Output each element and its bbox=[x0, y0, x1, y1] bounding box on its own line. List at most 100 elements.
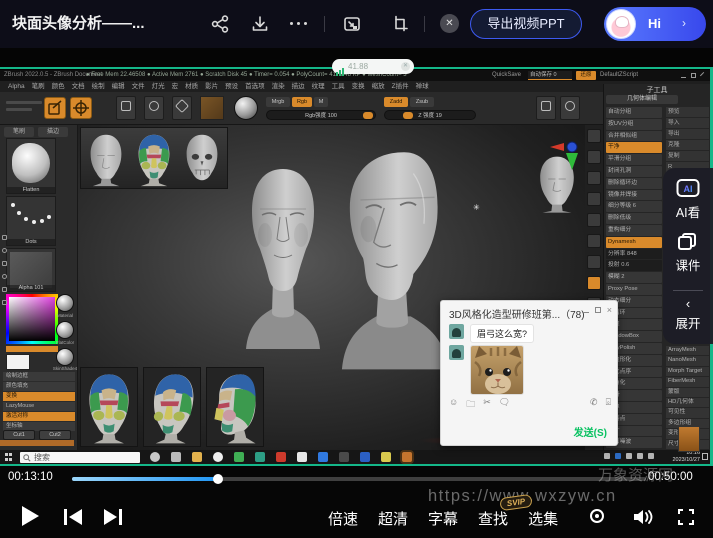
geometry-section-header[interactable]: 几何体编辑 bbox=[606, 95, 678, 104]
tool-panel-row[interactable]: 复制 bbox=[666, 151, 709, 161]
screenshot-pip-icon[interactable] bbox=[342, 14, 362, 34]
tool-panel-row[interactable]: 重构细分 bbox=[606, 225, 662, 236]
zbrush-menu-item[interactable]: 预设 bbox=[225, 81, 238, 92]
zbrush-menu-item[interactable]: 变换 bbox=[352, 81, 365, 92]
rgb-toggle[interactable]: Rgb bbox=[292, 97, 312, 107]
maximize-icon[interactable] bbox=[691, 73, 696, 78]
shelf-tab-brush[interactable]: 笔刷 bbox=[4, 127, 34, 137]
tool-panel-row[interactable]: 镜像并焊接 bbox=[606, 190, 662, 201]
taskbar-app-icon[interactable] bbox=[318, 452, 328, 462]
record-screen-icon[interactable] bbox=[590, 509, 604, 523]
tool-panel-row[interactable]: FiberMesh bbox=[666, 377, 709, 386]
zbrush-menu-item[interactable]: 灯光 bbox=[152, 81, 165, 92]
tool-panel-row[interactable]: 预览 bbox=[666, 107, 709, 117]
edit-mode-button[interactable] bbox=[44, 97, 66, 119]
zbrush-menu-item[interactable]: 文件 bbox=[132, 81, 145, 92]
toolbar-extra-button[interactable] bbox=[536, 96, 556, 120]
volume-icon[interactable] bbox=[632, 508, 654, 526]
send-button[interactable]: 发送(S) bbox=[574, 424, 607, 439]
zbrush-window-controls[interactable] bbox=[681, 73, 706, 78]
gizmo-button[interactable] bbox=[70, 97, 92, 119]
zbrush-menu-item[interactable]: 纹理 bbox=[312, 81, 325, 92]
restore-button[interactable]: 还原 bbox=[576, 71, 596, 80]
taskbar-app-icon[interactable] bbox=[150, 452, 160, 462]
material-sphere-icon[interactable] bbox=[234, 96, 258, 120]
chat-window-controls[interactable]: × bbox=[582, 306, 612, 314]
taskbar-app-icon[interactable] bbox=[297, 452, 307, 462]
more-options-icon[interactable] bbox=[290, 22, 307, 25]
taskbar-app-icon[interactable] bbox=[171, 452, 181, 462]
start-button[interactable] bbox=[5, 453, 13, 461]
courseware-button[interactable]: 课件 bbox=[675, 255, 700, 274]
zbrush-menu-item[interactable]: 笔刷 bbox=[32, 81, 45, 92]
screenshot-icon[interactable]: ✂ bbox=[483, 397, 491, 413]
zbrush-menu-item[interactable]: 绘制 bbox=[92, 81, 105, 92]
zbrush-menu-item[interactable]: 影片 bbox=[205, 81, 218, 92]
taskbar-app-icon[interactable] bbox=[213, 452, 223, 462]
axis-gizmo[interactable] bbox=[548, 137, 584, 171]
zbrush-menu-item[interactable]: 描边 bbox=[292, 81, 305, 92]
zbrush-menu-item[interactable]: Z插件 bbox=[392, 81, 409, 92]
tool-panel-row[interactable]: 导入 bbox=[666, 118, 709, 128]
cut1-button[interactable]: Cut1 bbox=[3, 430, 35, 440]
courseware-icon[interactable] bbox=[678, 233, 698, 251]
tool-panel-row[interactable]: 删除循环边 bbox=[606, 178, 662, 189]
tool-panel-row[interactable]: 蒙版 bbox=[666, 388, 709, 397]
zbrush-menu-item[interactable]: 工具 bbox=[332, 81, 345, 92]
tool-panel-row[interactable]: 按UV分组 bbox=[606, 119, 662, 130]
alpha-selector[interactable]: Alpha 101 bbox=[6, 248, 56, 292]
chat-toolbar[interactable]: ☺ 🗀 ✂ 🗨 ✆ ⌻ bbox=[449, 397, 611, 413]
m-toggle[interactable]: M bbox=[314, 97, 328, 107]
tool-panel-row[interactable]: Morph Target bbox=[666, 367, 709, 376]
mrgb-toggle[interactable]: Mrgb bbox=[266, 97, 290, 107]
chat-avatar[interactable] bbox=[449, 324, 464, 339]
tool-panel-row[interactable]: Proxy Pose bbox=[606, 284, 662, 295]
plane-head-three-quarter[interactable] bbox=[143, 367, 201, 447]
zbrush-menu-item[interactable]: 宏 bbox=[172, 81, 179, 92]
zbrush-menu-item[interactable]: Alpha bbox=[8, 81, 25, 92]
next-button[interactable] bbox=[102, 507, 124, 527]
tool-panel-row[interactable]: 克隆 bbox=[666, 140, 709, 150]
export-video-ppt-button[interactable]: 导出视频PPT bbox=[470, 9, 582, 39]
material-sphere-1[interactable] bbox=[56, 294, 74, 312]
taskbar-app-icon[interactable] bbox=[360, 452, 370, 462]
tool-panel-row[interactable]: Dynamesh bbox=[606, 237, 662, 248]
zadd-toggle[interactable]: Zadd bbox=[384, 97, 408, 107]
emoji-icon[interactable]: ☺ bbox=[449, 397, 458, 413]
player-menu-button[interactable]: 超清 bbox=[378, 508, 408, 529]
tool-panel-row[interactable]: 自动分组 bbox=[606, 107, 662, 118]
zbrush-menu-item[interactable]: 材质 bbox=[185, 81, 198, 92]
cut2-button[interactable]: Cut2 bbox=[39, 430, 71, 440]
tool-panel-row[interactable]: 封闭孔洞 bbox=[606, 166, 662, 177]
share-icon[interactable] bbox=[210, 14, 230, 34]
texture-swatch[interactable] bbox=[200, 96, 224, 120]
player-menu-button[interactable]: 选集 bbox=[528, 508, 558, 529]
color-picker[interactable] bbox=[6, 294, 58, 344]
play-button[interactable] bbox=[22, 506, 39, 526]
minimize-icon[interactable] bbox=[681, 73, 686, 78]
autosave-field[interactable]: 自动保存 0 bbox=[528, 71, 572, 80]
quicksave-button[interactable]: QuickSave bbox=[492, 70, 521, 81]
zbrush-menu-item[interactable]: 首选项 bbox=[245, 81, 265, 92]
taskbar-app-icon[interactable] bbox=[234, 452, 244, 462]
shelf-row[interactable]: 绘制边框 bbox=[3, 372, 75, 381]
zbrush-menu-item[interactable]: 渲染 bbox=[272, 81, 285, 92]
player-menu-button[interactable]: 查找 bbox=[478, 508, 508, 529]
taskbar-search-box[interactable]: 搜索 bbox=[20, 452, 140, 463]
chat-history-icon[interactable]: 🗨 bbox=[499, 397, 510, 413]
chat-avatar[interactable] bbox=[449, 345, 464, 360]
taskbar-app-icon[interactable] bbox=[276, 452, 286, 462]
collapse-chevron-icon[interactable]: ‹ bbox=[686, 299, 690, 309]
network-indicator-pill[interactable]: 41.88 ✕ bbox=[332, 59, 414, 74]
zsub-toggle[interactable]: Zsub bbox=[410, 97, 434, 107]
taskbar-app-icon[interactable] bbox=[402, 452, 412, 462]
tool-panel-row[interactable]: 可见性 bbox=[666, 408, 709, 417]
progress-handle[interactable] bbox=[213, 474, 223, 484]
player-menu-button[interactable]: 字幕 bbox=[428, 508, 458, 529]
zbrush-menu-item[interactable]: 禅球 bbox=[416, 81, 429, 92]
tool-panel-row[interactable]: 导出 bbox=[666, 129, 709, 139]
video-call-icon[interactable]: ⌻ bbox=[606, 397, 611, 413]
color-swatch[interactable] bbox=[6, 354, 30, 370]
shelf-row[interactable]: LazyMouse bbox=[3, 402, 75, 411]
zbrush-menu-item[interactable]: 颜色 bbox=[52, 81, 65, 92]
